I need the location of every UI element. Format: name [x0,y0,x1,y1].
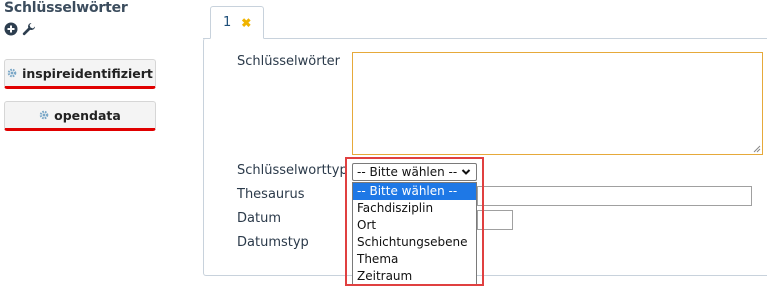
plus-circle-icon[interactable] [4,22,18,36]
thesaurus-label: Thesaurus [237,187,305,202]
close-icon[interactable]: ✖ [241,16,251,30]
date-label: Datum [237,211,281,226]
dropdown-option[interactable]: Schichtungsebene [353,234,476,251]
tab-label: 1 [223,15,232,30]
dropdown-option[interactable]: Zeitraum [353,268,476,285]
date-type-label: Datumstyp [237,235,309,250]
tab-1[interactable]: 1 ✖ [210,6,264,39]
select-value: -- Bitte wählen -- [357,165,458,179]
keyword-button-label: inspireidentifiziert [22,65,153,81]
dropdown-option[interactable]: -- Bitte wählen -- [353,183,476,200]
tab-divider [203,38,767,39]
section-title: Schlüsselwörter [4,0,128,16]
dropdown-option[interactable]: Ort [353,217,476,234]
date-input[interactable] [477,210,513,230]
keyword-tools [4,22,36,36]
gear-icon [7,66,17,81]
gear-icon [39,108,49,123]
keyword-type-dropdown: -- Bitte wählen -- Fachdisziplin Ort Sch… [352,182,477,286]
dropdown-option[interactable]: Thema [353,251,476,268]
keywords-label: Schlüsselwörter [237,54,341,69]
keyword-button-opendata[interactable]: opendata [4,101,156,131]
keyword-type-label: Schlüsselworttyp [237,163,348,178]
keyword-button-inspireidentifiziert[interactable]: inspireidentifiziert [4,59,156,89]
wrench-icon[interactable] [22,22,36,36]
keywords-textarea[interactable] [352,52,763,155]
chevron-down-icon [461,169,471,175]
resize-handle-icon[interactable] [753,145,761,153]
dropdown-option[interactable]: Fachdisziplin [353,200,476,217]
thesaurus-input[interactable] [477,186,752,206]
keyword-type-select[interactable]: -- Bitte wählen -- [352,163,477,181]
keyword-button-label: opendata [54,107,121,123]
